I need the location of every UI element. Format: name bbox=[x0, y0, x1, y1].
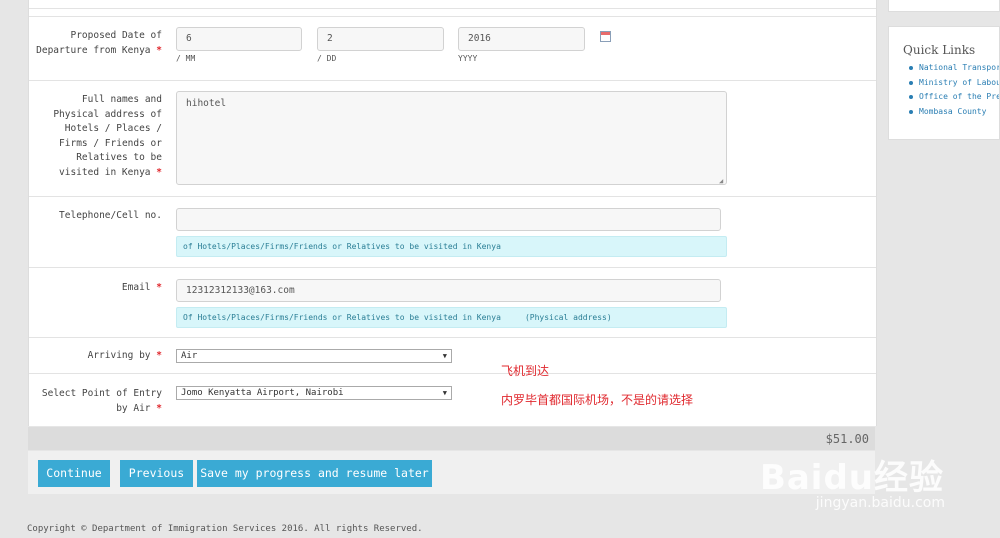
required-marker: * bbox=[156, 44, 162, 56]
quick-link-item[interactable]: Office of the President bbox=[909, 90, 999, 105]
copyright: Copyright © Department of Immigration Se… bbox=[27, 524, 423, 534]
email-row: Email * 12312312133@163.com Of Hotels/Pl… bbox=[29, 267, 876, 338]
required-marker: * bbox=[156, 166, 162, 178]
button-bar: Continue Previous Save my progress and r… bbox=[28, 451, 875, 494]
entry-point-select[interactable]: Jomo Kenyatta Airport, Nairobi ▼ bbox=[176, 386, 452, 400]
address-label: Full names and Physical address of Hotel… bbox=[53, 94, 162, 178]
departure-year-input[interactable]: 2016 bbox=[458, 27, 585, 51]
departure-month-input[interactable]: 2 bbox=[317, 27, 444, 51]
departure-day-input[interactable]: 6 bbox=[176, 27, 302, 51]
quick-link-item[interactable]: Ministry of Labour bbox=[909, 76, 999, 91]
departure-day-hint: / MM bbox=[176, 54, 196, 63]
sidebar-top-card bbox=[888, 0, 1000, 12]
total-price: $51.00 bbox=[825, 432, 869, 446]
entry-point-label: Select Point of Entry by Air * bbox=[41, 388, 162, 414]
address-textarea[interactable]: hihotel bbox=[176, 91, 727, 185]
departure-year-hint: YYYY bbox=[458, 54, 478, 63]
email-label: Email * bbox=[121, 282, 162, 293]
departure-date-row: Proposed Date of Departure from Kenya * … bbox=[29, 16, 876, 81]
required-marker: * bbox=[156, 402, 162, 414]
required-marker: * bbox=[156, 350, 162, 361]
telephone-row: Telephone/Cell no. of Hotels/Places/Firm… bbox=[29, 196, 876, 268]
calendar-icon[interactable] bbox=[600, 31, 611, 42]
sidebar: Quick Links National Transport Ministry … bbox=[888, 0, 1000, 140]
required-marker: * bbox=[156, 282, 162, 293]
baidu-watermark-logo: Baidu经验 bbox=[759, 458, 944, 498]
baidu-watermark-url: jingyan.baidu.com bbox=[815, 495, 945, 511]
quick-link-item[interactable]: Mombasa County bbox=[909, 105, 999, 120]
departure-date-label: Proposed Date of Departure from Kenya * bbox=[36, 30, 162, 56]
quick-links-list: National Transport Ministry of Labour Of… bbox=[909, 61, 999, 120]
annotation-arriving: 飞机到达 bbox=[501, 364, 550, 378]
visa-form-card: Proposed Date of Departure from Kenya * … bbox=[28, 0, 877, 426]
dropdown-arrow-icon: ▼ bbox=[442, 389, 447, 397]
price-bar: $51.00 bbox=[28, 427, 875, 450]
arriving-row: Arriving by * Air ▼ bbox=[29, 337, 876, 374]
departure-month-hint: / DD bbox=[317, 54, 337, 63]
quick-links-card: Quick Links National Transport Ministry … bbox=[888, 26, 1000, 140]
divider bbox=[29, 8, 876, 9]
telephone-note: of Hotels/Places/Firms/Friends or Relati… bbox=[176, 236, 727, 257]
email-note: Of Hotels/Places/Firms/Friends or Relati… bbox=[176, 307, 727, 328]
telephone-label: Telephone/Cell no. bbox=[59, 210, 162, 221]
save-progress-button[interactable]: Save my progress and resume later bbox=[197, 460, 432, 487]
address-row: Full names and Physical address of Hotel… bbox=[29, 80, 876, 197]
telephone-input[interactable] bbox=[176, 208, 721, 231]
resize-handle-icon[interactable]: ◢ bbox=[719, 177, 723, 185]
dropdown-arrow-icon: ▼ bbox=[442, 352, 447, 360]
quick-links-title: Quick Links bbox=[903, 43, 976, 57]
continue-button[interactable]: Continue bbox=[38, 460, 110, 487]
quick-link-item[interactable]: National Transport bbox=[909, 61, 999, 76]
arriving-select[interactable]: Air ▼ bbox=[176, 349, 452, 363]
annotation-entry: 内罗毕首都国际机场，不是的请选择 bbox=[501, 393, 694, 407]
email-input[interactable]: 12312312133@163.com bbox=[176, 279, 721, 302]
entry-point-row: Select Point of Entry by Air * Jomo Keny… bbox=[29, 373, 876, 427]
arriving-label: Arriving by * bbox=[87, 350, 162, 361]
previous-button[interactable]: Previous bbox=[120, 460, 193, 487]
